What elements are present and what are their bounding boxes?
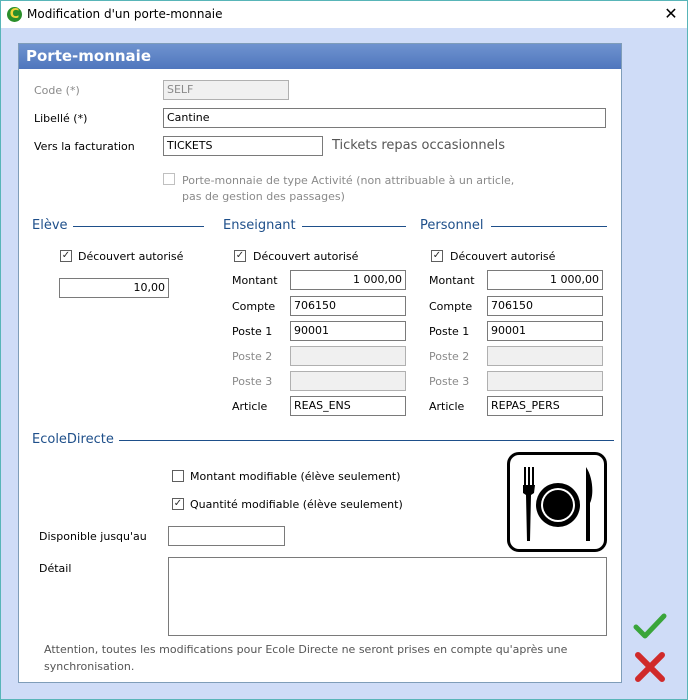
personnel-compte-field[interactable]: 706150 <box>487 296 603 316</box>
facturation-field[interactable]: TICKETS <box>163 136 323 156</box>
personnel-poste3-field[interactable] <box>487 371 603 391</box>
personnel-compte-label: Compte <box>429 300 473 313</box>
sync-warning-line1: Attention, toutes les modifications pour… <box>44 643 568 656</box>
panel-header: Porte-monnaie <box>19 44 621 69</box>
detail-textarea[interactable] <box>168 557 607 636</box>
enseignant-poste1-label: Poste 1 <box>232 325 273 338</box>
validate-button[interactable] <box>633 611 667 641</box>
window-title: Modification d'un porte-monnaie <box>27 7 223 21</box>
cancel-button[interactable] <box>633 651 667 682</box>
enseignant-poste2-label: Poste 2 <box>232 350 273 363</box>
disponible-date-field[interactable] <box>168 526 285 546</box>
close-icon[interactable]: ✕ <box>661 4 681 24</box>
title-bar: C Modification d'un porte-monnaie ✕ <box>1 1 687 28</box>
personnel-article-field[interactable]: REPAS_PERS <box>487 396 603 416</box>
montant-modifiable-label: Montant modifiable (élève seulement) <box>190 470 401 483</box>
personnel-poste3-label: Poste 3 <box>429 375 470 388</box>
eleve-divider <box>73 226 204 227</box>
activite-label-line2: pas de gestion des passages) <box>182 190 345 203</box>
enseignant-poste3-label: Poste 3 <box>232 375 273 388</box>
enseignant-compte-label: Compte <box>232 300 276 313</box>
personnel-decouvert-checkbox[interactable]: ✓ <box>431 250 443 262</box>
meal-plate-icon <box>507 452 607 552</box>
cross-icon <box>635 652 665 682</box>
quantite-modifiable-checkbox[interactable]: ✓ <box>172 498 184 510</box>
ecoledirecte-section-title: EcoleDirecte <box>32 432 114 447</box>
app-logo-icon: C <box>7 7 22 22</box>
personnel-poste1-label: Poste 1 <box>429 325 470 338</box>
personnel-montant-label: Montant <box>429 274 475 287</box>
checkmark-icon <box>633 613 667 639</box>
enseignant-montant-label: Montant <box>232 274 278 287</box>
personnel-poste1-field[interactable]: 90001 <box>487 321 603 341</box>
disponible-label: Disponible jusqu'au <box>39 530 147 543</box>
sync-warning-line2: synchronisation. <box>44 660 135 673</box>
enseignant-poste1-field[interactable]: 90001 <box>290 321 406 341</box>
sync-warning-note: Attention, toutes les modifications pour… <box>44 641 614 675</box>
personnel-decouvert-label: Découvert autorisé <box>450 250 556 263</box>
dialog-window: C Modification d'un porte-monnaie ✕ Port… <box>0 0 688 700</box>
eleve-decouvert-checkbox[interactable]: ✓ <box>60 250 72 262</box>
activite-checkbox[interactable] <box>163 173 175 185</box>
personnel-article-label: Article <box>429 400 465 413</box>
eleve-decouvert-label: Découvert autorisé <box>78 250 184 263</box>
enseignant-section-title: Enseignant <box>223 218 296 233</box>
facturation-description: Tickets repas occasionnels <box>332 138 505 153</box>
code-label: Code (*) <box>34 84 80 97</box>
detail-label: Détail <box>39 562 72 575</box>
enseignant-compte-field[interactable]: 706150 <box>290 296 406 316</box>
enseignant-poste3-field[interactable] <box>290 371 406 391</box>
enseignant-poste2-field[interactable] <box>290 346 406 366</box>
facturation-label: Vers la facturation <box>34 140 135 153</box>
enseignant-decouvert-label: Découvert autorisé <box>253 250 359 263</box>
enseignant-divider <box>302 226 406 227</box>
enseignant-article-label: Article <box>232 400 268 413</box>
montant-modifiable-checkbox[interactable] <box>172 470 184 482</box>
quantite-modifiable-label: Quantité modifiable (élève seulement) <box>190 498 403 511</box>
personnel-montant-field[interactable]: 1 000,00 <box>487 270 603 290</box>
personnel-poste2-field[interactable] <box>487 346 603 366</box>
libelle-label: Libellé (*) <box>34 112 88 125</box>
code-field[interactable]: SELF <box>163 80 289 100</box>
eleve-section-title: Elève <box>32 218 68 233</box>
personnel-section-title: Personnel <box>420 218 484 233</box>
enseignant-decouvert-checkbox[interactable]: ✓ <box>234 250 246 262</box>
enseignant-montant-field[interactable]: 1 000,00 <box>290 270 406 290</box>
eleve-montant-field[interactable]: 10,00 <box>59 278 169 298</box>
ecoledirecte-divider <box>119 440 614 441</box>
personnel-divider <box>491 226 607 227</box>
libelle-field[interactable]: Cantine <box>163 108 606 128</box>
personnel-poste2-label: Poste 2 <box>429 350 470 363</box>
enseignant-article-field[interactable]: REAS_ENS <box>290 396 406 416</box>
activite-label-line1: Porte-monnaie de type Activité (non attr… <box>182 174 515 187</box>
